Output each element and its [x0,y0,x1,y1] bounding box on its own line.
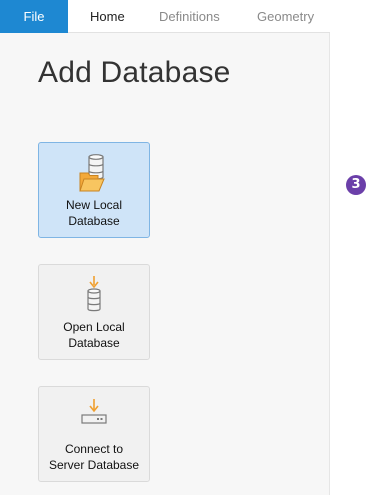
open-local-database-label-line2: Database [68,336,120,350]
tab-geometry[interactable]: Geometry [257,0,314,33]
new-local-database-button[interactable]: New Local Database [38,142,150,238]
add-database-panel: File Home Definitions Geometry Add Datab… [0,0,330,495]
ribbon-tab-bar: File Home Definitions Geometry [0,0,330,33]
open-local-database-icon [87,276,101,312]
new-local-database-label-line2: Database [68,214,120,228]
tab-definitions[interactable]: Definitions [159,0,220,33]
new-local-database-icon [79,154,105,192]
open-local-database-button[interactable]: Open Local Database [38,264,150,360]
connect-server-database-label-line2: Server Database [48,458,140,472]
connect-server-database-label-line1: Connect to [64,442,124,456]
page-title: Add Database [38,56,231,89]
new-local-database-label-line1: New Local [65,198,123,212]
tab-home[interactable]: Home [90,0,125,33]
open-local-database-label-line1: Open Local [63,320,125,334]
callout-number-badge: 3 [346,175,366,195]
connect-server-database-button[interactable]: Connect to Server Database [38,386,150,482]
tab-file[interactable]: File [0,0,68,33]
server-database-icon [81,399,107,424]
